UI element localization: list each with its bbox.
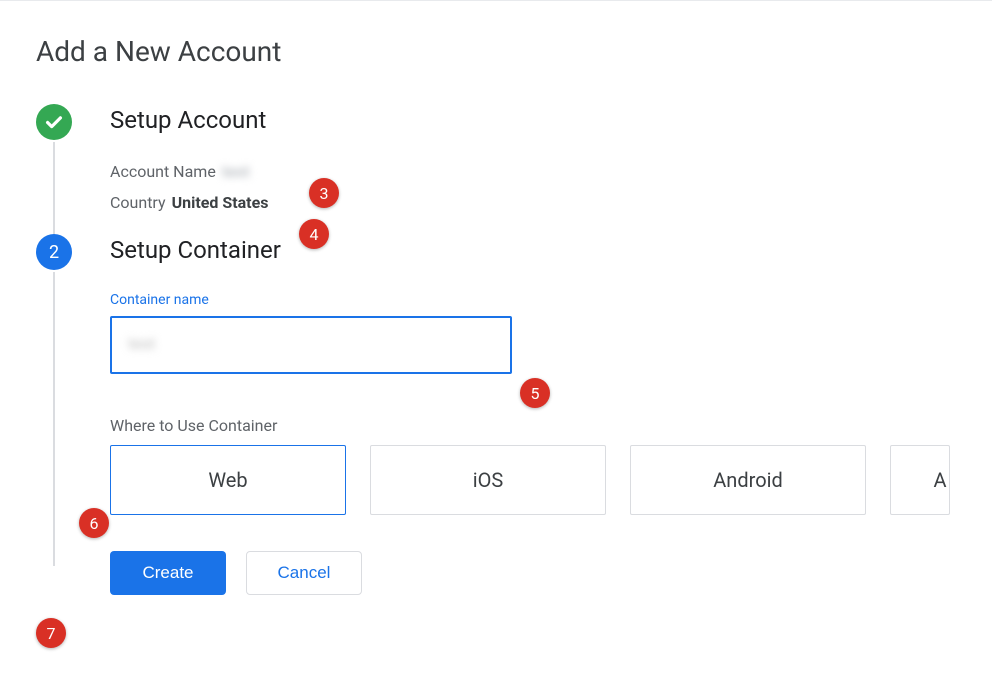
country-label: Country (110, 193, 166, 212)
step-setup-account: Setup Account Account Name test Country … (36, 106, 956, 212)
option-ios[interactable]: iOS (370, 445, 606, 515)
annotation-3: 3 (309, 178, 339, 208)
account-name-summary: Account Name test (110, 162, 956, 181)
container-type-options: Web iOS Android A (110, 445, 956, 515)
container-name-label: Container name (110, 292, 956, 308)
annotation-4: 4 (299, 219, 329, 249)
check-icon (43, 111, 65, 133)
step-title-container: Setup Container (110, 236, 956, 264)
annotation-7: 7 (36, 618, 66, 648)
step-number-badge: 2 (36, 234, 72, 270)
country-summary: Country United States (110, 193, 956, 212)
annotation-6: 6 (79, 508, 109, 538)
cancel-button[interactable]: Cancel (246, 551, 362, 595)
action-buttons: Create Cancel (36, 551, 956, 595)
account-name-value: test (222, 162, 250, 181)
country-value: United States (172, 193, 269, 212)
option-web[interactable]: Web (110, 445, 346, 515)
step-title-account: Setup Account (110, 106, 956, 134)
step-connector-line (53, 272, 55, 566)
container-name-input[interactable] (110, 316, 512, 374)
option-amp[interactable]: A (890, 445, 950, 515)
page-title: Add a New Account (36, 35, 956, 68)
annotation-5: 5 (520, 378, 550, 408)
create-button[interactable]: Create (110, 551, 226, 595)
where-to-use-label: Where to Use Container (110, 416, 956, 435)
step-setup-container: 2 Setup Container Container name test Wh… (36, 236, 956, 515)
account-name-label: Account Name (110, 162, 216, 181)
step-complete-badge (36, 104, 72, 140)
option-android[interactable]: Android (630, 445, 866, 515)
